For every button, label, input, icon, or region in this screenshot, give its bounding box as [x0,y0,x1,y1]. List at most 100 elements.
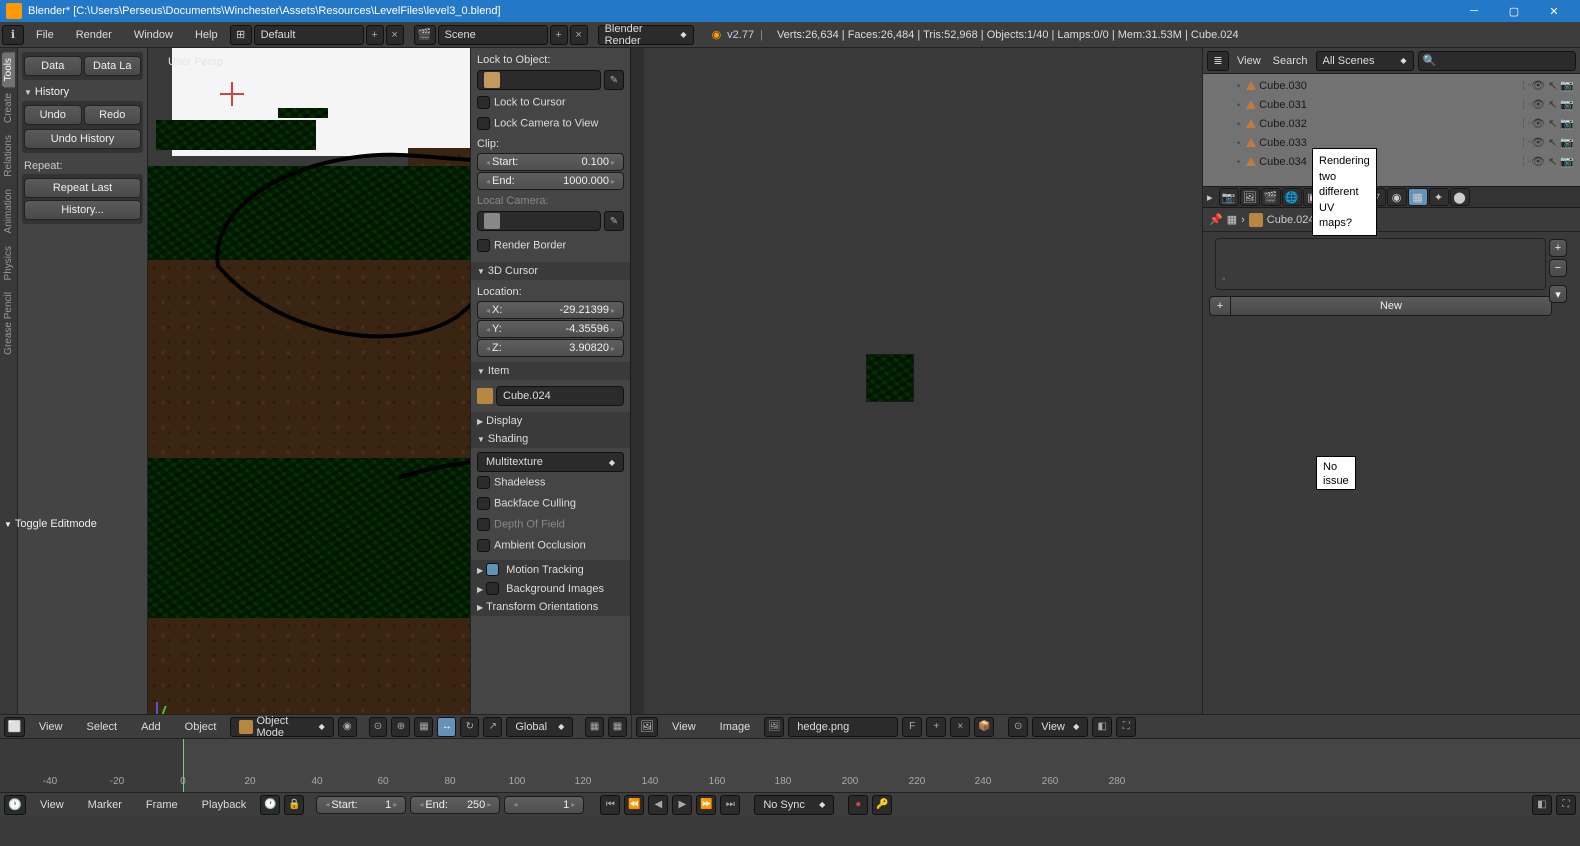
img-image-menu[interactable]: Image [710,717,761,737]
img-view-dropdown[interactable]: View◆ [1032,717,1088,737]
tl-lock-icon[interactable]: 🔒 [284,795,304,815]
prev-key-button[interactable]: ⏪ [624,795,644,815]
image-name-field[interactable]: hedge.png [788,717,898,737]
redo-button[interactable]: Redo [84,105,142,125]
lock-object-field[interactable] [477,70,601,90]
slot-menu-button[interactable]: ▾ [1549,285,1567,303]
outliner-search-menu[interactable]: Search [1269,55,1312,67]
layout-del-button[interactable]: × [386,25,404,45]
eyedropper-button-2[interactable]: ✎ [604,211,624,231]
data-tab[interactable]: Data [24,56,82,76]
tab-physics[interactable]: ⬤ [1450,188,1470,206]
close-button[interactable]: ✕ [1534,0,1574,22]
img-unlink-button[interactable]: × [950,717,970,737]
tooltab-tools[interactable]: Tools [2,52,15,87]
bgimg-panel-header[interactable]: Background Images [471,579,630,598]
layers-button[interactable]: ▦ [585,717,604,737]
fake-user-button[interactable]: F [902,717,922,737]
tl-range-icon[interactable]: 🕐 [260,795,280,815]
menu-render[interactable]: Render [66,25,122,45]
tab-world[interactable]: 🌐 [1282,188,1302,206]
shading-mode-dropdown[interactable]: Multitexture◆ [477,452,624,472]
cursor-z-field[interactable]: ◂Z:3.90820▸ [477,339,624,357]
tab-material[interactable]: ◉ [1387,188,1407,206]
editor-type-icon[interactable]: ℹ [2,25,24,45]
props-editor-icon[interactable]: ▸ [1207,191,1213,204]
outliner-search-field[interactable]: 🔍 [1418,51,1576,71]
next-key-button[interactable]: ⏩ [696,795,716,815]
tab-render[interactable]: 📷 [1219,188,1239,206]
repeat-last-button[interactable]: Repeat Last [24,178,141,198]
image-browse-icon[interactable]: 🖼 [764,717,784,737]
tab-texture[interactable]: ▦ [1408,188,1428,206]
viewport-3d[interactable]: User Persp (1) Cube.024 [148,48,470,738]
layers-icon[interactable]: ▦ [414,717,433,737]
view3d-editor-icon[interactable]: ⬜ [4,717,25,737]
start-frame-field[interactable]: ◂Start:1▸ [316,796,406,814]
lock-camera-checkbox[interactable] [477,117,490,130]
display-panel-header[interactable]: Display [471,412,630,430]
tl-view-menu[interactable]: View [30,795,74,815]
timeline-canvas[interactable]: -40-200204060801001201401601802002202402… [0,739,1580,793]
keying-set-icon[interactable]: 🔑 [872,795,892,815]
screen-layout-dropdown[interactable]: Default [254,25,364,45]
item-panel-header[interactable]: Item [471,362,630,380]
tl-playback-menu[interactable]: Playback [192,795,257,815]
motion-checkbox[interactable] [486,563,499,576]
cursor3d-panel-header[interactable]: 3D Cursor [471,262,630,280]
pin-icon[interactable]: 📌 [1209,213,1223,226]
rotate-manip-icon[interactable]: ↻ [460,717,479,737]
shadeless-checkbox[interactable] [477,476,490,489]
current-frame-field[interactable]: ◂1▸ [504,796,584,814]
new-texture-button[interactable]: + New [1209,296,1552,316]
end-frame-field[interactable]: ◂End:250▸ [410,796,500,814]
img-expand-icon[interactable]: ⛶ [1116,717,1136,737]
clip-end-field[interactable]: ◂End:1000.000▸ [477,172,624,190]
scene-add-button[interactable]: + [550,25,568,45]
uv-image-editor[interactable]: Rendering two different UV maps? No issu… [644,48,1202,738]
vp-view-menu[interactable]: View [29,717,73,737]
menu-help[interactable]: Help [185,25,228,45]
tl-opt2-icon[interactable]: ⛶ [1556,795,1576,815]
outliner-editor-icon[interactable]: ≣ [1207,51,1229,71]
scene-del-button[interactable]: × [570,25,588,45]
play-reverse-button[interactable]: ◀ [648,795,668,815]
history-button[interactable]: History... [24,200,141,220]
tooltab-animation[interactable]: Animation [2,183,15,239]
mode-dropdown[interactable]: Object Mode◆ [230,717,333,737]
transform-orient-header[interactable]: Transform Orientations [471,598,630,616]
menu-file[interactable]: File [26,25,64,45]
render-border-checkbox[interactable] [477,239,490,252]
vp-select-menu[interactable]: Select [77,717,128,737]
cursor-x-field[interactable]: ◂X:-29.21399▸ [477,301,624,319]
bgimg-checkbox[interactable] [486,582,499,595]
maximize-button[interactable]: ▢ [1494,0,1534,22]
minimize-button[interactable]: ─ [1454,0,1494,22]
shading-sphere-icon[interactable]: ◉ [338,717,357,737]
tooltab-greasepencil[interactable]: Grease Pencil [2,286,15,361]
scene-icon[interactable]: 🎬 [414,25,436,45]
sync-dropdown[interactable]: No Sync◆ [754,795,834,815]
menu-window[interactable]: Window [124,25,183,45]
clip-start-field[interactable]: ◂Start:0.100▸ [477,153,624,171]
outliner-display-dropdown[interactable]: All Scenes◆ [1316,51,1414,71]
ao-checkbox[interactable] [477,539,490,552]
undo-history-button[interactable]: Undo History [24,129,141,149]
layers-button-2[interactable]: ▦ [608,717,627,737]
img-editor-icon[interactable]: 🖼 [636,717,658,737]
tl-opt1-icon[interactable]: ◧ [1532,795,1552,815]
tab-render-layers[interactable]: 🖼 [1240,188,1260,206]
manipulator-toggle[interactable]: ⊕ [391,717,410,737]
vp-add-menu[interactable]: Add [131,717,171,737]
tooltab-create[interactable]: Create [2,87,15,129]
img-add-button[interactable]: + [926,717,946,737]
lock-cursor-checkbox[interactable] [477,96,490,109]
backface-checkbox[interactable] [477,497,490,510]
layout-add-button[interactable]: + [366,25,384,45]
tooltab-relations[interactable]: Relations [2,129,15,183]
img-channels-icon[interactable]: ◧ [1092,717,1112,737]
jump-start-button[interactable]: ⏮ [600,795,620,815]
pivot-icon-2[interactable]: ⊙ [1008,717,1028,737]
timeline-editor-icon[interactable]: 🕐 [4,795,26,815]
screen-layout-icon[interactable]: ⊞ [230,25,252,45]
